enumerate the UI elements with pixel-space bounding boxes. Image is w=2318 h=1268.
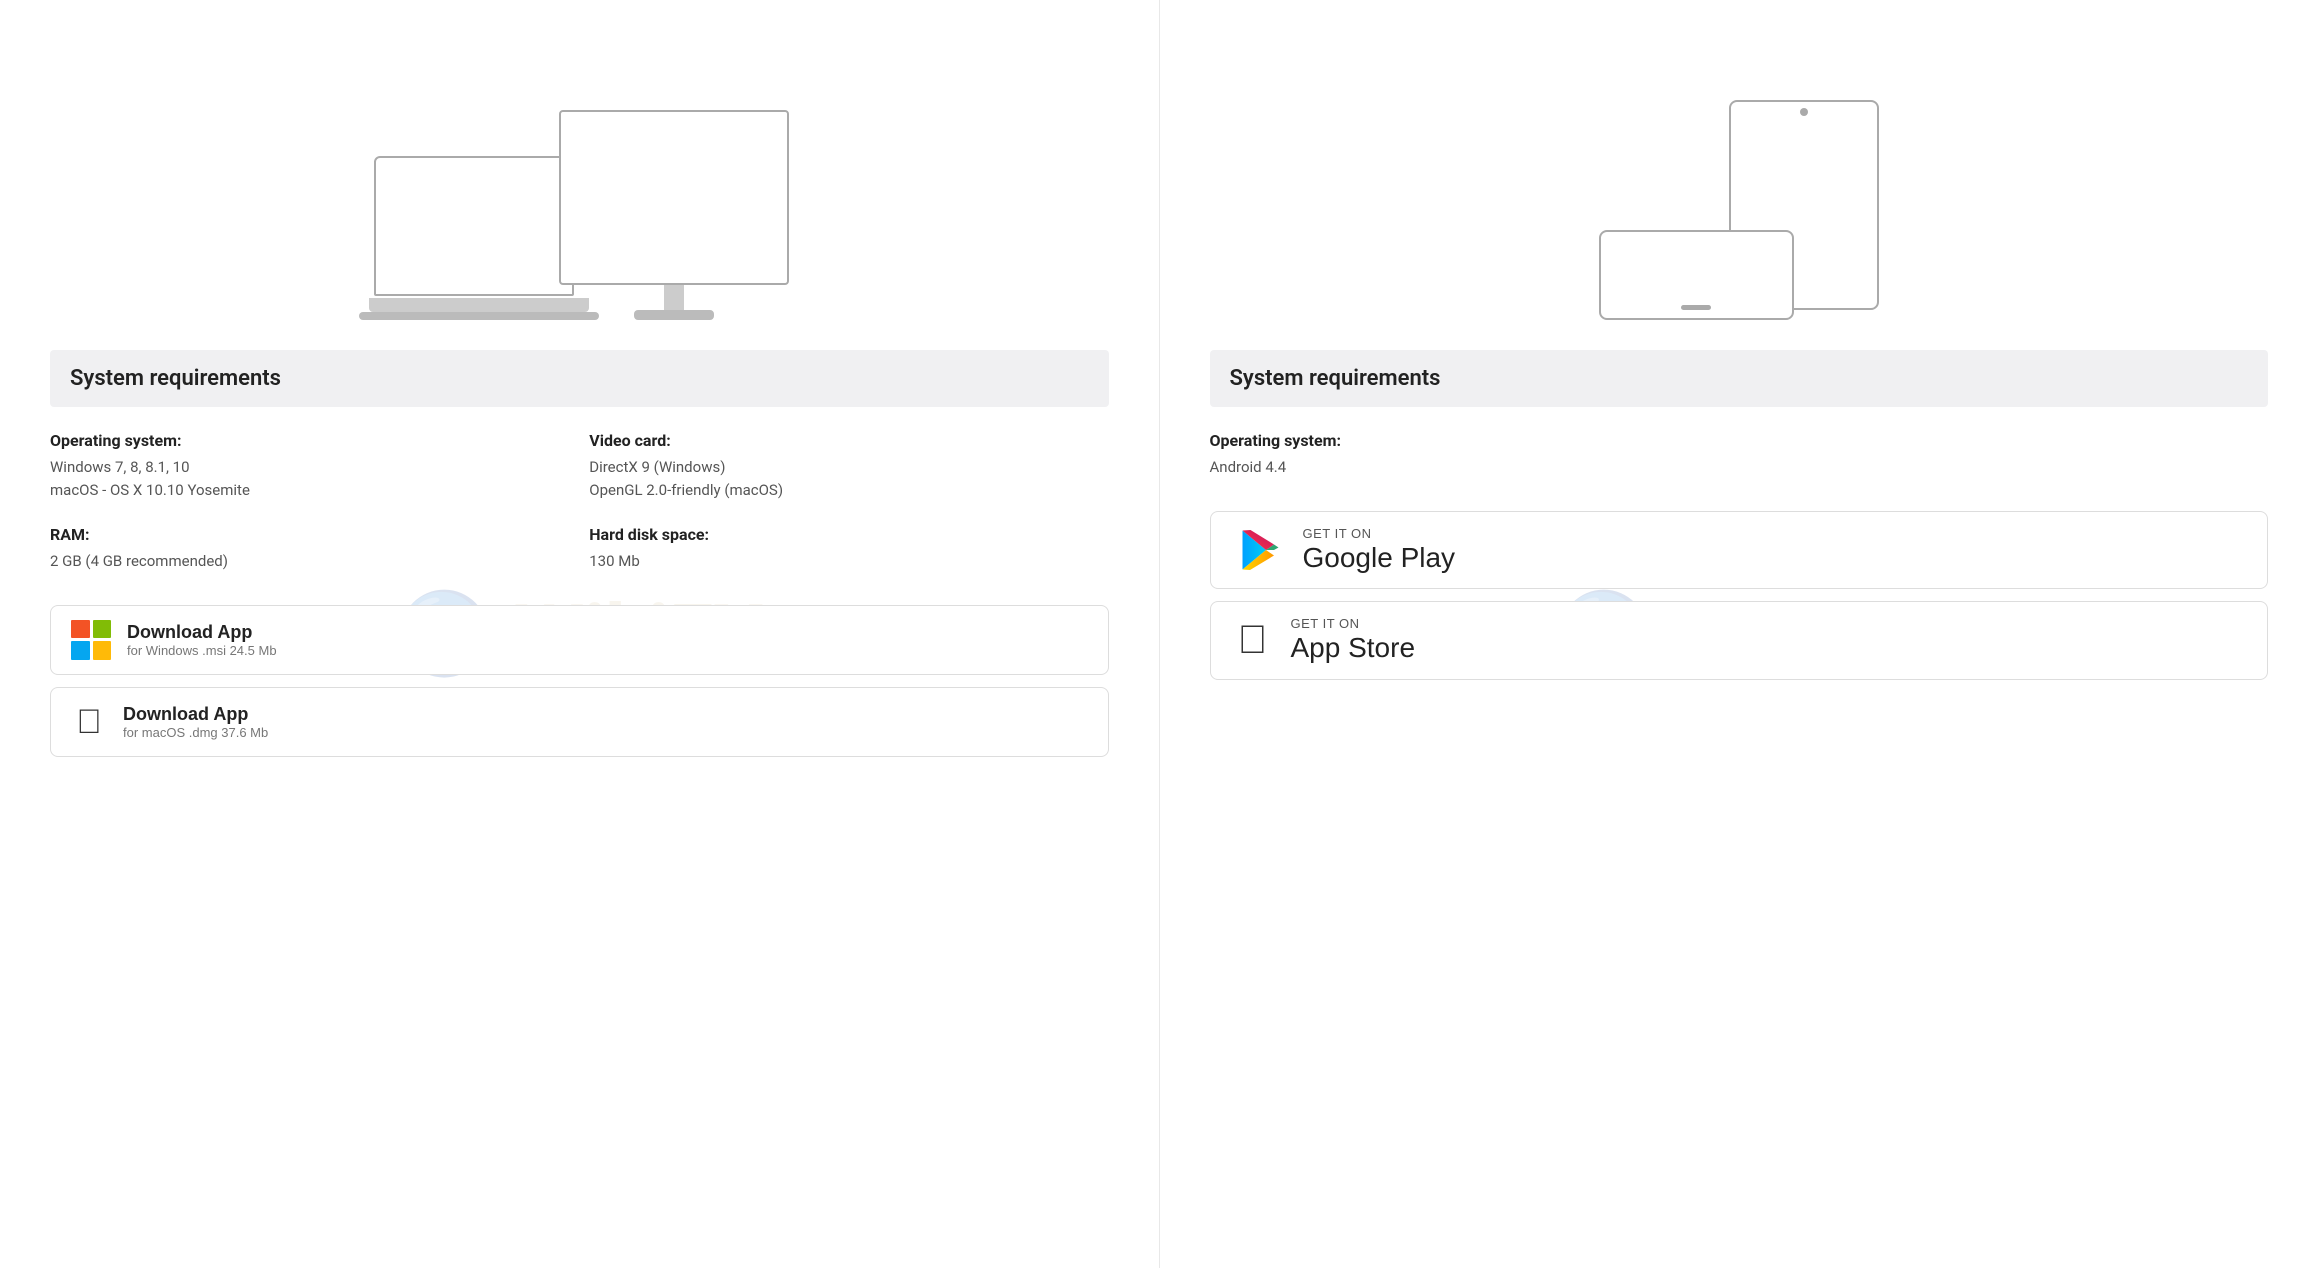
right-req-os-value: Android 4.4 — [1210, 456, 1729, 479]
win-q1 — [71, 620, 90, 639]
right-req-os-label: Operating system: — [1210, 431, 1729, 450]
win-q2 — [93, 620, 112, 639]
req-disk-label: Hard disk space: — [589, 525, 1108, 544]
req-disk-value: 130 Mb — [589, 550, 1108, 573]
desktop-illustration — [50, 40, 1109, 320]
page-wrapper: 🔵 WikiFX — [0, 0, 2318, 1268]
laptop-device — [369, 156, 579, 320]
right-requirements-title: System requirements — [1230, 366, 1441, 391]
req-os-label: Operating system: — [50, 431, 569, 450]
app-store-store-name: App Store — [1291, 631, 1416, 665]
win-q3 — [71, 641, 90, 660]
app-store-button[interactable]:  GET IT ON App Store — [1210, 601, 2269, 680]
mobile-illustration — [1210, 40, 2269, 320]
laptop-screen — [374, 156, 574, 296]
google-play-get-label: GET IT ON — [1303, 526, 1456, 541]
app-store-get-label: GET IT ON — [1291, 616, 1416, 631]
mac-download-sub: for macOS .dmg 37.6 Mb — [123, 725, 268, 740]
right-panel: 🔵 WikiFX System requirements Operating s… — [1160, 0, 2318, 1268]
windows-icon — [71, 620, 111, 660]
mac-download-button[interactable]:  Download App for macOS .dmg 37.6 Mb — [50, 687, 1109, 757]
monitor-screen — [559, 110, 789, 285]
req-os: Operating system: Windows 7, 8, 8.1, 10 … — [50, 431, 569, 501]
req-video-value1: DirectX 9 (Windows) — [589, 456, 1108, 479]
req-video-label: Video card: — [589, 431, 1108, 450]
right-requirements-grid: Operating system: Android 4.4 — [1210, 431, 2269, 479]
left-requirements-header: System requirements — [50, 350, 1109, 407]
req-ram-label: RAM: — [50, 525, 569, 544]
windows-download-button[interactable]: Download App for Windows .msi 24.5 Mb — [50, 605, 1109, 675]
left-requirements-grid: Operating system: Windows 7, 8, 8.1, 10 … — [50, 431, 1109, 573]
left-requirements-title: System requirements — [70, 366, 281, 391]
left-panel: 🔵 WikiFX — [0, 0, 1160, 1268]
google-play-button[interactable]: GET IT ON Google Play — [1210, 511, 2269, 590]
right-req-os: Operating system: Android 4.4 — [1210, 431, 1729, 479]
monitor-device — [559, 110, 789, 320]
req-os-value2: macOS - OS X 10.10 Yosemite — [50, 479, 569, 502]
req-ram-value: 2 GB (4 GB recommended) — [50, 550, 569, 573]
req-video: Video card: DirectX 9 (Windows) OpenGL 2… — [589, 431, 1108, 501]
monitor-neck — [664, 285, 684, 310]
google-play-text: GET IT ON Google Play — [1303, 526, 1456, 575]
req-video-value2: OpenGL 2.0-friendly (macOS) — [589, 479, 1108, 502]
req-disk: Hard disk space: 130 Mb — [589, 525, 1108, 573]
google-play-icon — [1235, 526, 1283, 574]
windows-download-title: Download App — [127, 622, 277, 643]
right-requirements-header: System requirements — [1210, 350, 2269, 407]
req-ram: RAM: 2 GB (4 GB recommended) — [50, 525, 569, 573]
app-store-text: GET IT ON App Store — [1291, 616, 1416, 665]
windows-download-text: Download App for Windows .msi 24.5 Mb — [127, 622, 277, 658]
apple-icon:  — [71, 702, 107, 742]
win-q4 — [93, 641, 112, 660]
req-os-value1: Windows 7, 8, 8.1, 10 — [50, 456, 569, 479]
google-play-store-name: Google Play — [1303, 541, 1456, 575]
laptop-base — [369, 298, 589, 312]
mac-download-title: Download App — [123, 704, 268, 725]
phone-device — [1599, 230, 1794, 320]
monitor-base — [634, 310, 714, 320]
mac-download-text: Download App for macOS .dmg 37.6 Mb — [123, 704, 268, 740]
app-store-apple-icon:  — [1235, 620, 1271, 660]
download-buttons: Download App for Windows .msi 24.5 Mb  … — [50, 605, 1109, 757]
store-buttons: GET IT ON Google Play  GET IT ON App St… — [1210, 511, 2269, 680]
windows-download-sub: for Windows .msi 24.5 Mb — [127, 643, 277, 658]
